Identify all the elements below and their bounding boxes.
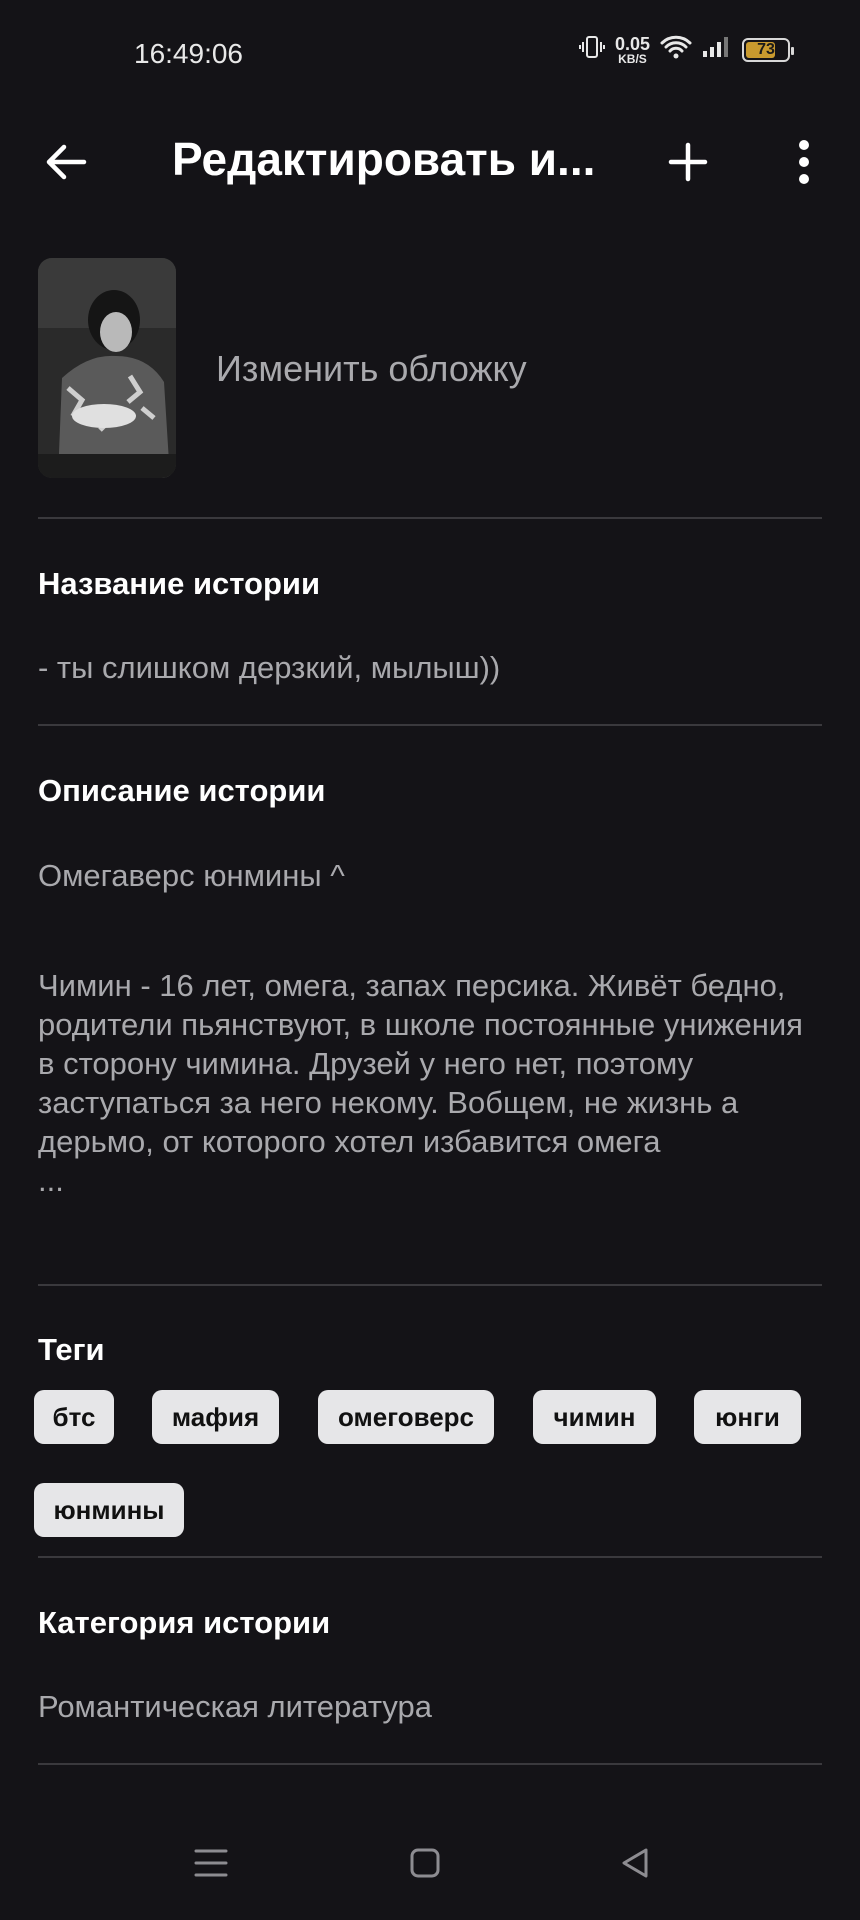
back-button[interactable] <box>34 130 98 194</box>
signal-icon <box>702 35 732 64</box>
net-speed-unit: KB/S <box>618 51 647 66</box>
cover-row[interactable]: Изменить обложку <box>38 258 822 478</box>
status-bar: 16:49:06 0.05 KB/S 73 <box>0 0 860 110</box>
cover-image[interactable] <box>38 258 176 478</box>
status-time: 16:49:06 <box>134 38 243 69</box>
divider <box>38 724 822 726</box>
tag-chip[interactable]: мафия <box>152 1390 279 1444</box>
story-description-body: Чимин - 16 лет, омега, запах персика. Жи… <box>38 968 803 1159</box>
vibrate-icon <box>578 34 605 65</box>
tag-chip[interactable]: юнги <box>694 1390 801 1444</box>
story-description-field[interactable]: Чимин - 16 лет, омега, запах персика. Жи… <box>38 966 822 1200</box>
plus-icon <box>668 142 708 182</box>
story-description-first-line[interactable]: Омегаверс юнмины ^ <box>38 858 822 894</box>
divider <box>38 1763 822 1765</box>
home-button[interactable] <box>400 1838 450 1888</box>
story-description-label: Описание истории <box>38 773 326 808</box>
more-vertical-icon <box>799 140 809 184</box>
tag-chip[interactable]: бтс <box>34 1390 114 1444</box>
home-square-icon <box>410 1848 440 1878</box>
tags-label: Теги <box>38 1332 105 1367</box>
system-nav-bar <box>0 1800 860 1920</box>
add-button[interactable] <box>656 130 720 194</box>
story-title-label: Название истории <box>38 566 320 601</box>
menu-icon <box>194 1849 228 1877</box>
tag-chip[interactable]: юнмины <box>34 1483 184 1537</box>
story-description-ellipsis: ... <box>38 1163 64 1198</box>
more-options-button[interactable] <box>772 130 836 194</box>
battery-level: 73 <box>757 40 775 58</box>
back-triangle-icon <box>622 1848 648 1878</box>
status-icons: 0.05 KB/S 73 <box>578 34 794 65</box>
page-title: Редактировать и... <box>172 133 596 185</box>
category-label: Категория истории <box>38 1605 331 1640</box>
app-bar: Редактировать и... <box>0 110 860 240</box>
tag-chip[interactable]: омеговерс <box>318 1390 494 1444</box>
back-nav-button[interactable] <box>610 1838 660 1888</box>
wifi-icon <box>660 34 692 65</box>
tag-chip[interactable]: чимин <box>533 1390 656 1444</box>
battery-icon: 73 <box>742 37 794 62</box>
category-field[interactable]: Романтическая литература <box>38 1689 822 1725</box>
divider <box>38 1556 822 1558</box>
arrow-left-icon <box>46 144 87 180</box>
story-title-field[interactable]: - ты слишком дерзкий, мылыш)) <box>38 650 822 686</box>
net-speed-value: 0.05 <box>614 33 650 54</box>
net-speed: 0.05 KB/S <box>615 35 650 65</box>
divider <box>38 517 822 519</box>
menu-button[interactable] <box>186 1838 236 1888</box>
change-cover-link[interactable]: Изменить обложку <box>216 348 527 390</box>
divider <box>38 1284 822 1286</box>
